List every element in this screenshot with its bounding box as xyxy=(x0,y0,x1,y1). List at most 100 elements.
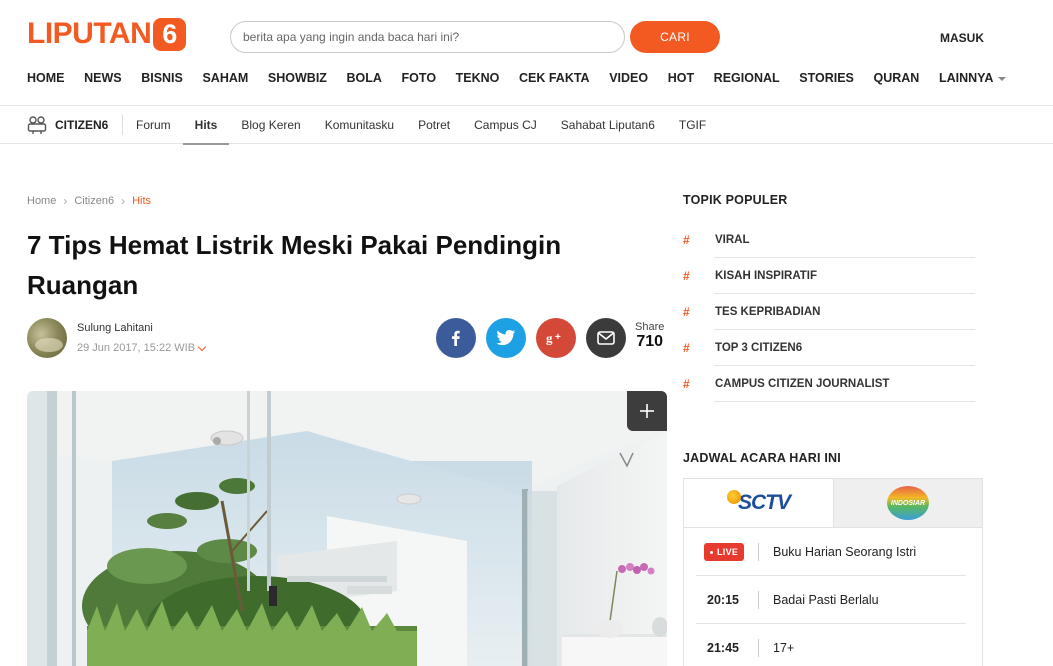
subnav-item-blog-keren[interactable]: Blog Keren xyxy=(241,106,300,144)
indosiar-logo-text: INDOSIAR xyxy=(890,499,926,507)
svg-text:g: g xyxy=(546,331,553,346)
jadwal-acara-heading: JADWAL ACARA HARI INI xyxy=(683,451,841,465)
sctv-logo-text: SCTV xyxy=(737,491,791,514)
nav-item-saham[interactable]: SAHAM xyxy=(202,71,248,85)
svg-text:+: + xyxy=(555,332,561,343)
chevron-right-icon: › xyxy=(121,194,126,208)
share-googleplus-button[interactable]: g + xyxy=(536,318,576,358)
search-button[interactable]: CARI xyxy=(630,21,720,53)
time-label: 21:45 xyxy=(707,641,739,655)
citizen6-label: CITIZEN6 xyxy=(55,118,109,132)
nav-item-cek-fakta[interactable]: CEK FAKTA xyxy=(519,71,590,85)
live-dot-icon xyxy=(710,550,713,554)
share-facebook-button[interactable] xyxy=(436,318,476,358)
sctv-logo-mark xyxy=(726,490,741,504)
email-icon xyxy=(597,331,615,345)
share-email-button[interactable] xyxy=(586,318,626,358)
nav-item-showbiz[interactable]: SHOWBIZ xyxy=(268,71,327,85)
hash-icon: # xyxy=(683,269,690,283)
schedule-row[interactable]: 20:15 Badai Pasti Berlalu xyxy=(684,576,966,624)
nav-item-bisnis[interactable]: BISNIS xyxy=(141,71,183,85)
subnav-item-sahabat-liputan6[interactable]: Sahabat Liputan6 xyxy=(561,106,655,144)
chevron-down-icon xyxy=(197,342,207,351)
nav-item-stories[interactable]: STORIES xyxy=(799,71,854,85)
nav-item-foto[interactable]: FOTO xyxy=(402,71,437,85)
subnav-links: Forum Hits Blog Keren Komunitasku Potret… xyxy=(136,106,730,145)
citizen6-section-link[interactable]: CITIZEN6 xyxy=(27,115,108,135)
tab-indosiar[interactable]: INDOSIAR xyxy=(833,479,982,527)
nav-item-lainnya-label: LAINNYA xyxy=(938,71,994,85)
main-nav: HOME NEWS BISNIS SAHAM SHOWBIZ BOLA FOTO… xyxy=(27,71,1007,85)
indosiar-logo: INDOSIAR xyxy=(887,486,929,520)
subnav-item-potret[interactable]: Potret xyxy=(418,106,450,144)
nav-item-news[interactable]: NEWS xyxy=(84,71,122,85)
expand-image-button[interactable] xyxy=(627,391,667,431)
hash-icon: # xyxy=(683,341,690,355)
nav-item-lainnya[interactable]: LAINNYA xyxy=(938,71,1007,85)
topik-item-tes-kepribadian[interactable]: # TES KEPRIBADIAN xyxy=(683,294,975,330)
nav-item-hot[interactable]: HOT xyxy=(668,71,694,85)
topik-label: TES KEPRIBADIAN xyxy=(715,306,821,318)
section-subnav: CITIZEN6 Forum Hits Blog Keren Komunitas… xyxy=(0,106,1053,145)
nav-item-bola[interactable]: BOLA xyxy=(347,71,382,85)
subnav-item-hits[interactable]: Hits xyxy=(182,106,229,145)
topik-label: CAMPUS CITIZEN JOURNALIST xyxy=(715,378,890,390)
schedule-divider xyxy=(758,639,759,657)
googleplus-icon: g + xyxy=(546,331,561,346)
schedule-row[interactable]: 21:45 17+ xyxy=(684,624,966,666)
author-meta: Sulung Lahitani 29 Jun 2017, 15:22 WIB xyxy=(77,322,207,354)
nav-item-home[interactable]: HOME xyxy=(27,71,65,85)
logo-badge: 6 xyxy=(153,17,187,51)
topik-item-top-3-citizen6[interactable]: # TOP 3 CITIZEN6 xyxy=(683,330,975,366)
program-title: Badai Pasti Berlalu xyxy=(773,593,879,607)
post-date[interactable]: 29 Jun 2017, 15:22 WIB xyxy=(77,342,207,354)
program-title: Buku Harian Seorang Istri xyxy=(773,545,917,559)
topik-item-viral[interactable]: # VIRAL xyxy=(683,222,975,258)
schedule-time: 21:45 xyxy=(684,641,758,655)
tab-sctv[interactable]: SCTV xyxy=(684,479,833,527)
topik-label: TOP 3 CITIZEN6 xyxy=(715,342,803,354)
nav-item-quran[interactable]: QURAN xyxy=(874,71,920,85)
share-twitter-button[interactable] xyxy=(486,318,526,358)
share-count: Share 710 xyxy=(635,321,664,351)
schedule-time: LIVE xyxy=(684,543,758,561)
facebook-icon xyxy=(452,330,460,346)
author-name[interactable]: Sulung Lahitani xyxy=(77,322,205,334)
sctv-logo: SCTV xyxy=(726,490,791,515)
time-label: 20:15 xyxy=(707,593,739,607)
channel-tabs: SCTV INDOSIAR xyxy=(684,479,982,528)
share-label: Share xyxy=(635,321,665,333)
hash-icon: # xyxy=(683,305,690,319)
topik-item-kisah-inspiratif[interactable]: # KISAH INSPIRATIF xyxy=(683,258,975,294)
subnav-item-campus-cj[interactable]: Campus CJ xyxy=(474,106,537,144)
breadcrumb-hits[interactable]: Hits xyxy=(132,195,151,207)
breadcrumb-home[interactable]: Home xyxy=(27,195,56,207)
schedule-divider xyxy=(758,591,759,609)
schedule-row[interactable]: LIVE Buku Harian Seorang Istri xyxy=(684,528,966,576)
topik-label: VIRAL xyxy=(715,234,750,246)
hash-icon: # xyxy=(683,377,690,391)
breadcrumb-citizen6[interactable]: Citizen6 xyxy=(74,195,114,207)
login-link[interactable]: MASUK xyxy=(940,31,984,45)
nav-item-tekno[interactable]: TEKNO xyxy=(456,71,500,85)
nav-item-video[interactable]: VIDEO xyxy=(609,71,648,85)
topik-populer-list: # VIRAL # KISAH INSPIRATIF # TES KEPRIBA… xyxy=(683,222,975,402)
site-logo[interactable]: LIPUTAN 6 xyxy=(27,16,187,52)
search-input[interactable] xyxy=(230,21,625,53)
schedule-divider xyxy=(758,543,759,561)
author-avatar[interactable] xyxy=(27,318,67,358)
citizen6-icon xyxy=(27,116,47,134)
live-label: LIVE xyxy=(717,547,739,557)
subnav-item-tgif[interactable]: TGIF xyxy=(679,106,706,144)
topik-label: KISAH INSPIRATIF xyxy=(715,270,818,282)
site-header: LIPUTAN 6 CARI MASUK HOME NEWS BISNIS SA… xyxy=(0,0,1053,106)
subnav-item-forum[interactable]: Forum xyxy=(136,106,171,144)
topik-populer-heading: TOPIK POPULER xyxy=(683,193,788,207)
hero-illustration xyxy=(27,391,667,666)
topik-item-campus-citizen-journalist[interactable]: # CAMPUS CITIZEN JOURNALIST xyxy=(683,366,975,402)
plus-icon xyxy=(640,404,654,418)
chevron-right-icon: › xyxy=(63,194,68,208)
article-hero-image[interactable] xyxy=(27,391,667,666)
nav-item-regional[interactable]: REGIONAL xyxy=(714,71,780,85)
subnav-item-komunitasku[interactable]: Komunitasku xyxy=(325,106,394,144)
